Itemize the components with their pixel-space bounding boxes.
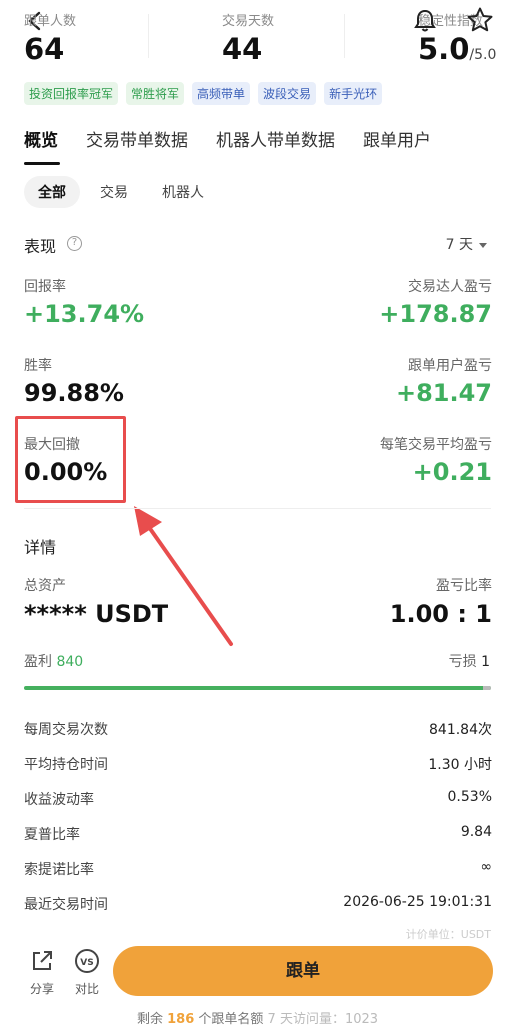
detail-key: 收益波动率 xyxy=(24,792,94,808)
subtab-all[interactable]: 全部 xyxy=(24,176,80,208)
detail-key: 每周交易次数 xyxy=(24,722,108,738)
achievement-tags: 投资回报率冠军 常胜将军 高频带单 波段交易 新手光环 xyxy=(24,82,383,105)
follow-button[interactable]: 跟单 xyxy=(113,946,493,996)
main-tabs: 概览 交易带单数据 机器人带单数据 跟单用户 xyxy=(24,126,431,151)
detail-key: 平均持仓时间 xyxy=(24,757,108,773)
tag-badge: 投资回报率冠军 xyxy=(24,82,119,105)
detail-key: 索提诺比率 xyxy=(24,862,94,878)
detail-value: 2026-06-25 19:01:31 xyxy=(343,894,492,910)
trading-days-label: 交易天数 xyxy=(222,14,275,29)
visits-count: 7 天访问量：1023 xyxy=(267,1012,379,1027)
avg-pnl-label: 每笔交易平均盈亏 xyxy=(380,437,492,453)
avg-pnl-value: +0.21 xyxy=(412,458,492,486)
loss-count: 亏损 1 xyxy=(449,651,490,671)
detail-key: 最近交易时间 xyxy=(24,897,108,913)
bell-icon[interactable] xyxy=(413,8,437,34)
quota-suffix: 个跟单名额 xyxy=(198,1012,264,1027)
loss-number: 1 xyxy=(481,654,490,670)
tab-overview[interactable]: 概览 xyxy=(24,126,58,151)
loss-label: 亏损 xyxy=(448,654,477,670)
period-select[interactable]: 7 天 xyxy=(446,234,487,254)
subtab-trade[interactable]: 交易 xyxy=(96,176,142,208)
winrate-label: 胜率 xyxy=(24,358,52,374)
total-assets-label: 总资产 xyxy=(24,578,66,594)
pnl-ratio-value: 1.00 : 1 xyxy=(389,600,492,628)
detail-value: 1.30 小时 xyxy=(428,757,492,773)
tag-badge: 常胜将军 xyxy=(126,82,185,105)
detail-value: ∞ xyxy=(480,859,492,875)
active-tab-indicator xyxy=(24,162,60,165)
detail-value: 0.53% xyxy=(447,789,492,805)
svg-text:VS: VS xyxy=(80,958,93,968)
quota-prefix: 剩余 xyxy=(136,1012,163,1027)
pnl-ratio-label: 盈亏比率 xyxy=(436,578,492,594)
compare-button[interactable]: VS 对比 xyxy=(69,948,105,997)
share-button[interactable]: 分享 xyxy=(24,948,60,997)
compare-icon: VS xyxy=(75,949,99,973)
share-icon xyxy=(33,951,52,970)
detail-value: 9.84 xyxy=(460,824,492,840)
tab-followers[interactable]: 跟单用户 xyxy=(363,126,431,151)
tag-badge: 高频带单 xyxy=(192,82,251,105)
chevron-down-icon xyxy=(479,242,487,248)
help-icon[interactable]: ? xyxy=(67,236,82,251)
follower-pnl-label: 跟单用户盈亏 xyxy=(408,358,492,374)
followers-label: 跟单人数 xyxy=(24,14,77,29)
divider xyxy=(148,14,149,58)
compare-label: 对比 xyxy=(74,982,99,996)
stability-max: /5.0 xyxy=(469,47,497,63)
profit-count: 盈利 840 xyxy=(24,651,83,671)
period-value: 7 天 xyxy=(445,237,473,253)
winrate-value: 99.88% xyxy=(24,379,124,407)
loss-segment xyxy=(483,686,491,690)
profit-label: 盈利 xyxy=(24,654,52,670)
profit-number: 840 xyxy=(56,654,84,670)
follower-pnl-value: +81.47 xyxy=(395,379,492,407)
detail-row: 夏普比率 9.84 xyxy=(24,824,492,844)
tag-badge: 波段交易 xyxy=(258,82,317,105)
detail-row: 索提诺比率 ∞ xyxy=(24,859,492,879)
detail-row: 最近交易时间 2026-06-25 19:01:31 xyxy=(24,894,492,914)
quota-number: 186 xyxy=(167,1012,195,1027)
tab-bot-data[interactable]: 机器人带单数据 xyxy=(216,126,335,151)
tab-trade-data[interactable]: 交易带单数据 xyxy=(86,126,188,151)
sub-tabs: 全部 交易 机器人 xyxy=(24,176,218,208)
share-label: 分享 xyxy=(29,982,54,996)
trader-pnl-label: 交易达人盈亏 xyxy=(408,279,492,295)
highlight-box xyxy=(15,416,126,503)
trader-pnl-value: +178.87 xyxy=(379,300,492,328)
quota-text: 剩余 186 个跟单名额 7 天访问量：1023 xyxy=(0,1008,515,1027)
divider xyxy=(344,14,345,58)
stability-score: 5.0 xyxy=(418,32,470,66)
total-assets-value: ***** USDT xyxy=(24,600,169,628)
detail-row: 每周交易次数 841.84次 xyxy=(24,719,492,739)
performance-title: 表现 xyxy=(24,237,57,256)
detail-value: 841.84次 xyxy=(429,722,492,738)
detail-row: 平均持仓时间 1.30 小时 xyxy=(24,754,492,774)
stability-value: 5.0/5.0 xyxy=(418,32,496,66)
return-label: 回报率 xyxy=(24,279,66,295)
detail-row: 收益波动率 0.53% xyxy=(24,789,492,809)
header: 跟单人数 64 交易天数 44 稳定性指数 5.0/5.0 xyxy=(0,0,515,72)
subtab-bot[interactable]: 机器人 xyxy=(158,176,218,208)
details-title: 详情 xyxy=(24,538,57,557)
followers-value: 64 xyxy=(24,32,65,66)
tag-badge: 新手光环 xyxy=(324,82,383,105)
profit-loss-bar xyxy=(24,686,491,690)
trading-days-value: 44 xyxy=(222,32,263,66)
star-icon[interactable] xyxy=(466,6,494,34)
detail-key: 夏普比率 xyxy=(24,827,80,843)
section-divider xyxy=(24,508,491,509)
return-value: +13.74% xyxy=(24,300,145,328)
